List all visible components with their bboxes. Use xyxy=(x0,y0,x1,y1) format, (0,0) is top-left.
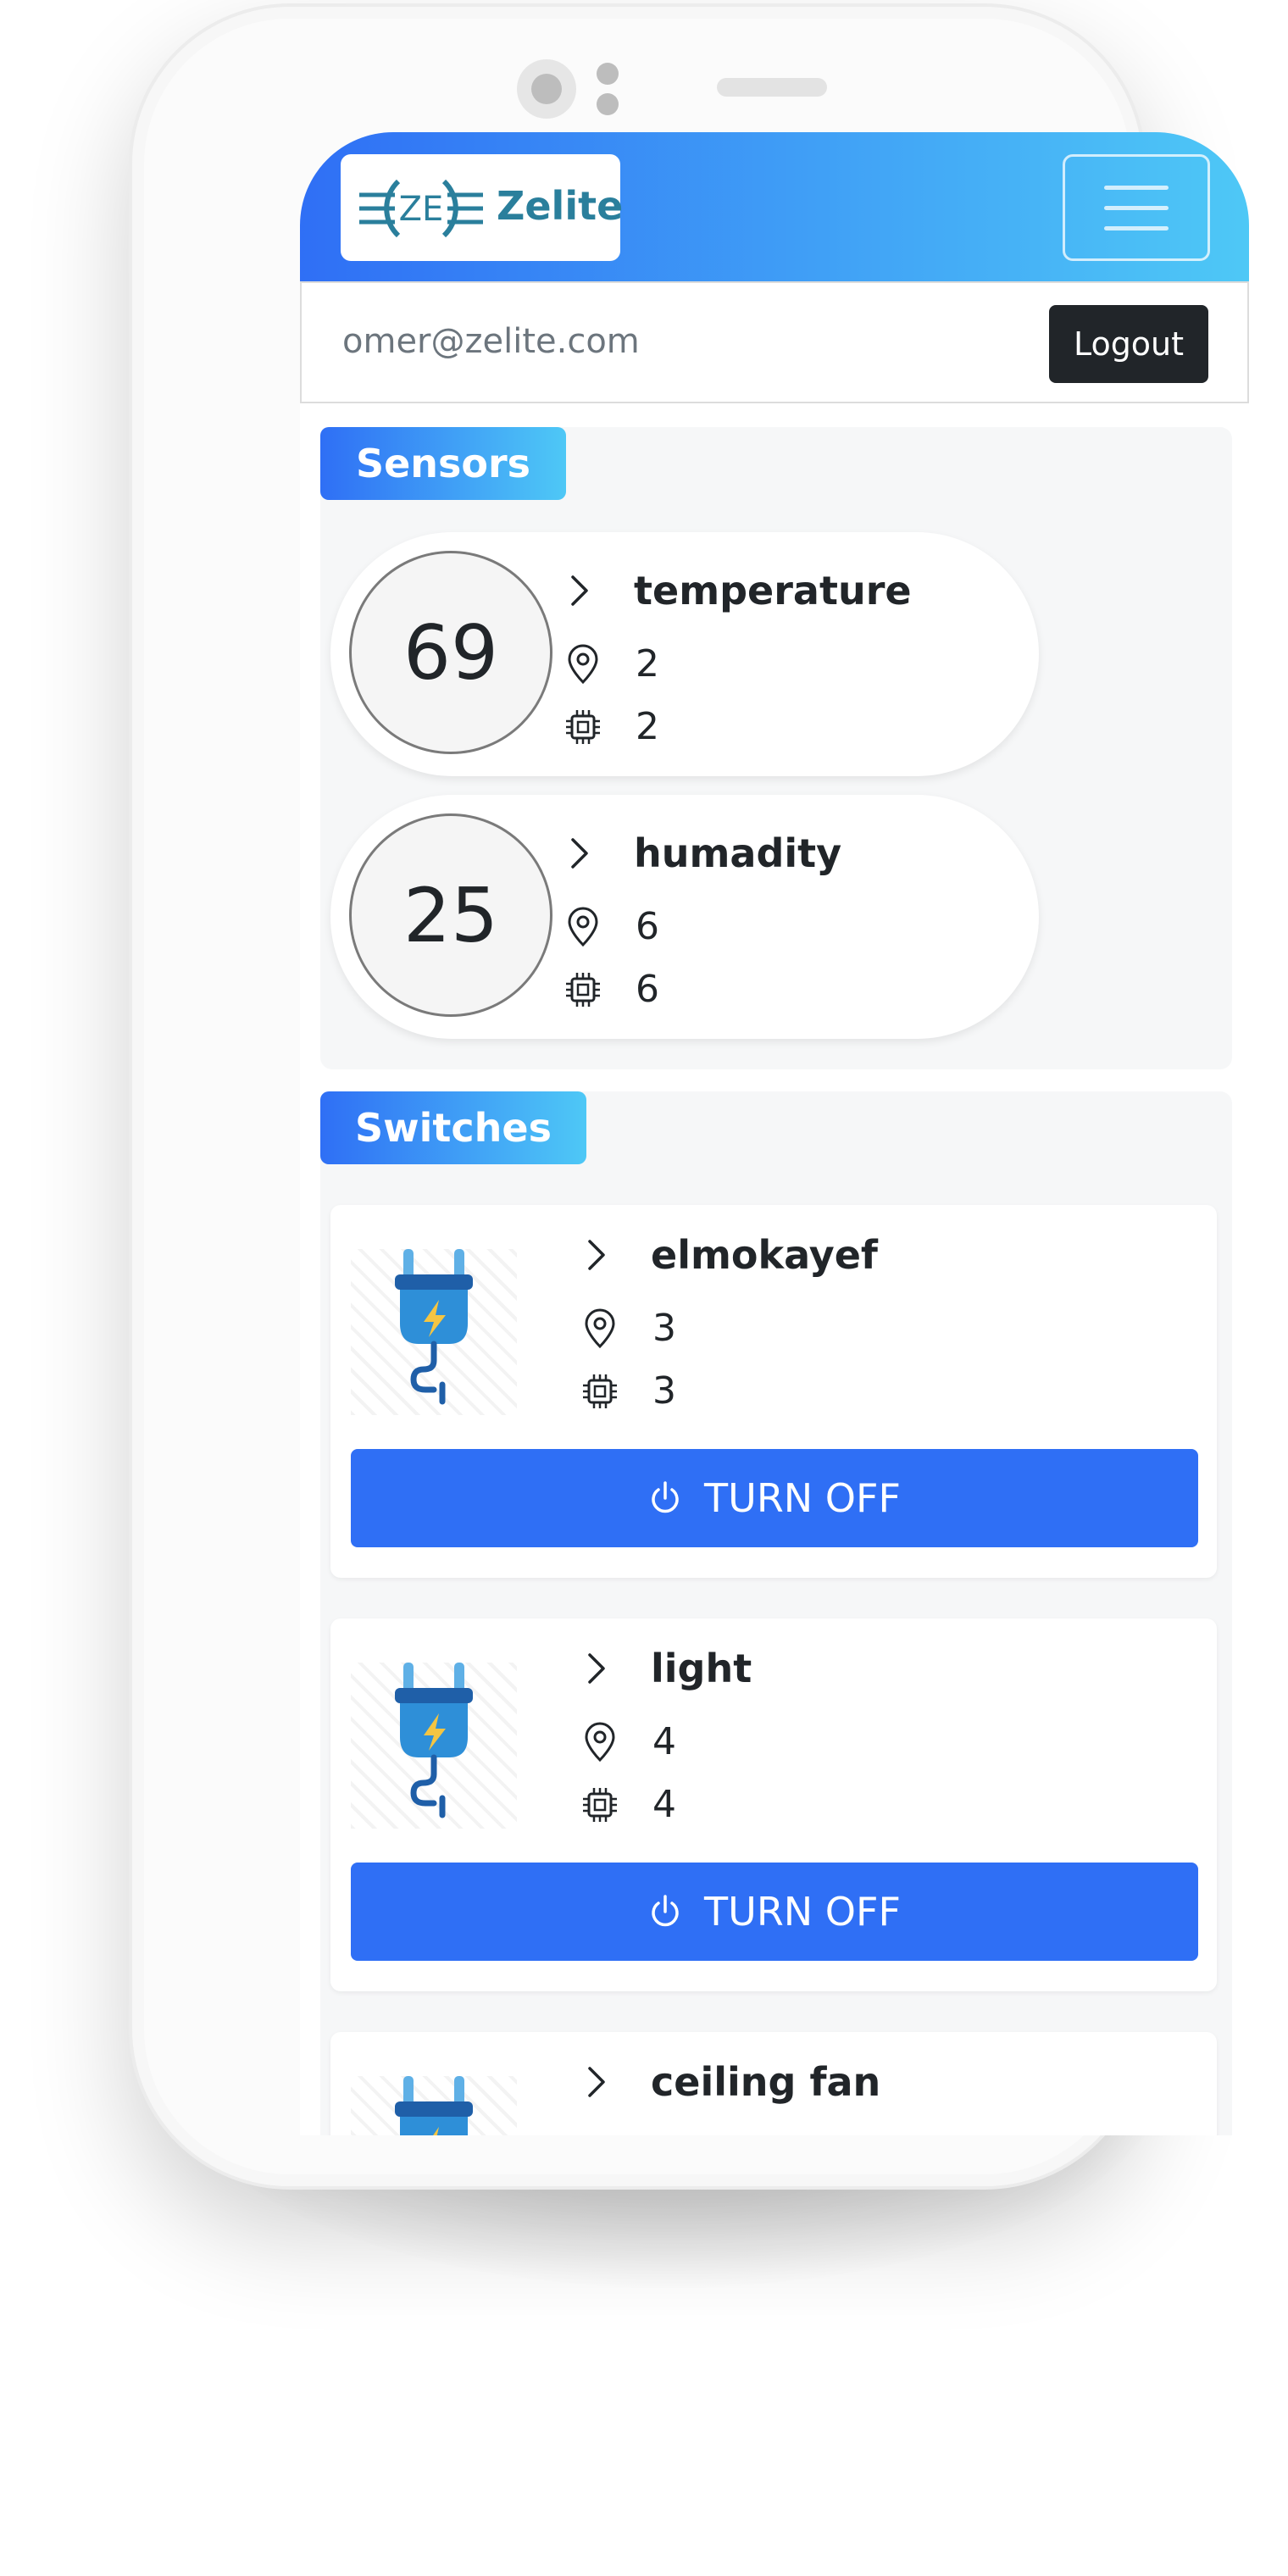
sensor-card[interactable]: 69 temperature 2 2 xyxy=(330,532,1039,776)
plug-icon xyxy=(351,1663,517,1829)
map-pin-icon xyxy=(568,907,598,947)
sensors-heading: Sensors xyxy=(320,427,566,500)
brand-logo-link[interactable]: ZE Zelite xyxy=(341,154,624,261)
power-icon xyxy=(652,1481,679,1513)
logo-text: ZE xyxy=(399,190,444,229)
switches-panel: Switches elmokayef 3 3 TURN OFF light 4 … xyxy=(320,1091,1232,2135)
sensor-name: humadity xyxy=(634,830,842,876)
chip-icon xyxy=(566,972,600,1007)
sensor-value-gauge: 69 xyxy=(349,551,552,754)
chevron-right-icon[interactable] xyxy=(581,2063,612,2101)
power-icon xyxy=(652,1895,679,1927)
front-camera xyxy=(517,59,576,119)
brand-name: Zelite xyxy=(497,183,624,229)
sensor-location-count: 6 xyxy=(636,905,659,948)
turn-off-label: TURN OFF xyxy=(704,1889,901,1935)
sensors-panel: Sensors 69 temperature 2 2 25 humadity 6… xyxy=(320,427,1232,1069)
turn-off-label: TURN OFF xyxy=(704,1475,901,1521)
chevron-right-icon[interactable] xyxy=(564,572,595,609)
logout-button[interactable]: Logout xyxy=(1049,305,1208,383)
menu-toggle-button[interactable] xyxy=(1063,154,1210,261)
switch-card: elmokayef 3 3 TURN OFF xyxy=(330,1205,1217,1578)
sensor-device-count: 6 xyxy=(636,968,659,1011)
phone-frame: ZE Zelite omer@zelite.com Logout Sensors… xyxy=(129,3,1249,2190)
navbar: ZE Zelite xyxy=(300,132,1249,281)
proximity-sensor xyxy=(597,63,619,85)
sensor-name: temperature xyxy=(634,568,912,613)
user-bar: omer@zelite.com Logout xyxy=(300,281,1249,403)
chevron-right-icon[interactable] xyxy=(581,1236,612,1274)
hamburger-icon-line xyxy=(1104,206,1169,210)
plug-icon xyxy=(351,1249,517,1415)
hamburger-icon xyxy=(1104,186,1169,190)
turn-off-button[interactable]: TURN OFF xyxy=(351,1449,1198,1547)
sensor-value-gauge: 25 xyxy=(349,813,552,1017)
app-screen: ZE Zelite omer@zelite.com Logout Sensors… xyxy=(300,132,1249,2135)
switch-name: elmokayef xyxy=(651,1232,878,1278)
chevron-right-icon[interactable] xyxy=(581,1650,612,1687)
chip-icon xyxy=(583,1787,617,1822)
sensor-card[interactable]: 25 humadity 6 6 xyxy=(330,795,1039,1039)
plug-icon xyxy=(351,2076,517,2135)
switch-device-count: 4 xyxy=(652,1783,676,1826)
switches-heading: Switches xyxy=(320,1091,586,1164)
map-pin-icon xyxy=(568,644,598,684)
earpiece-speaker xyxy=(717,78,827,97)
switch-name: light xyxy=(651,1646,752,1691)
turn-off-button[interactable]: TURN OFF xyxy=(351,1863,1198,1961)
switch-card: light 4 4 TURN OFF xyxy=(330,1618,1217,1991)
user-email: omer@zelite.com xyxy=(342,322,640,361)
switch-name: ceiling fan xyxy=(651,2059,881,2105)
sensor-device-count: 2 xyxy=(636,705,659,748)
map-pin-icon xyxy=(585,1308,615,1348)
hamburger-icon-line xyxy=(1104,226,1169,230)
switch-card: ceiling fan xyxy=(330,2032,1217,2135)
sensor-location-count: 2 xyxy=(636,642,659,686)
chip-icon xyxy=(566,709,600,744)
switch-device-count: 3 xyxy=(652,1369,676,1413)
map-pin-icon xyxy=(585,1722,615,1762)
zelite-logo-icon: ZE xyxy=(359,179,483,238)
switch-location-count: 3 xyxy=(652,1307,676,1350)
light-sensor xyxy=(597,93,619,115)
chip-icon xyxy=(583,1374,617,1408)
chevron-right-icon[interactable] xyxy=(564,835,595,872)
switch-location-count: 4 xyxy=(652,1720,676,1763)
